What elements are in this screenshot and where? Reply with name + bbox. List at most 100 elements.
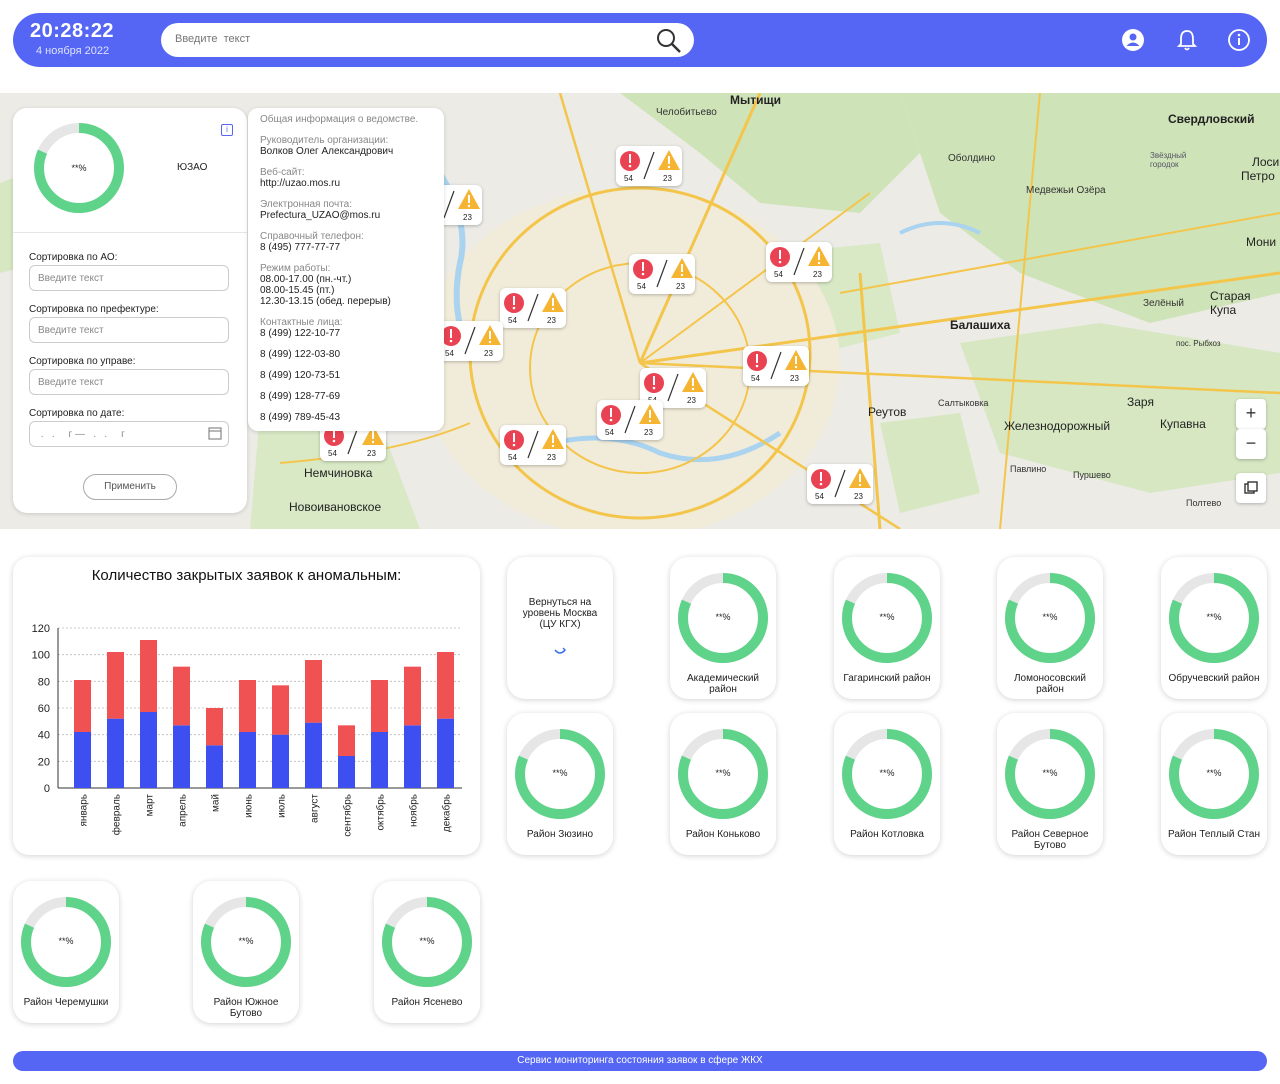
district-percent: **% [715, 612, 731, 622]
calendar-icon[interactable] [208, 426, 222, 440]
layers-button[interactable] [1236, 473, 1266, 503]
map-marker[interactable]: 54 23 [597, 400, 663, 440]
warning-count: 23 [676, 282, 685, 291]
district-tile[interactable]: **% Район Теплый Стан [1161, 713, 1267, 855]
email-link[interactable]: Prefectura_UZAO@mos.ru [260, 210, 432, 221]
x-tick-label: август [310, 794, 321, 823]
warning-count: 23 [687, 396, 696, 405]
map-label: Челобитьево [656, 107, 717, 118]
ao-input[interactable]: Введите текст [29, 265, 229, 291]
warning-count: 23 [813, 270, 822, 279]
search-input[interactable] [175, 33, 635, 45]
map-label: Мытищи [730, 93, 781, 107]
district-tile[interactable]: **% Район Котловка [834, 713, 940, 855]
site-link[interactable]: http://uzao.mos.ru [260, 178, 432, 189]
map-label: Полтево [1186, 498, 1222, 508]
y-tick-label: 20 [38, 756, 50, 768]
date-range-input[interactable]: . . г — . . г [29, 421, 229, 447]
district-tile[interactable]: **% Академический район [670, 557, 776, 699]
district-name: Район Коньково [685, 829, 761, 840]
district-tile[interactable]: **% Район Южное Бутово [193, 881, 299, 1023]
map-label: Оболдино [948, 153, 996, 164]
zoom-out-button[interactable]: − [1236, 429, 1266, 459]
bar-segment [272, 734, 289, 788]
divider [13, 232, 247, 233]
district-tile[interactable]: **% Район Северное Бутово [997, 713, 1103, 855]
district-name: Район Южное Бутово [213, 997, 279, 1019]
y-tick-label: 40 [38, 730, 50, 742]
map-label: Заря [1127, 395, 1154, 409]
warning-count: 23 [547, 316, 556, 325]
map-marker[interactable]: 54 23 [500, 288, 566, 328]
gauge-percent: **% [71, 163, 87, 173]
x-tick-label: январь [79, 794, 90, 826]
x-tick-label: сентябрь [342, 794, 354, 837]
map-marker[interactable]: 54 23 [766, 242, 832, 282]
map-marker[interactable]: 54 23 [616, 146, 682, 186]
search-bar[interactable] [161, 23, 694, 57]
y-tick-label: 120 [32, 623, 50, 635]
bar-segment [338, 756, 355, 788]
district-name: Район Теплый Стан [1167, 829, 1261, 840]
district-name: Район Котловка [850, 829, 924, 840]
x-tick-label: май [211, 794, 222, 812]
map-marker[interactable]: 54 23 [437, 321, 503, 361]
district-tile[interactable]: **% Район Коньково [670, 713, 776, 855]
warning-count: 23 [644, 428, 653, 437]
back-button[interactable]: Вернуться на уровень Москва (ЦУ КГХ) [507, 557, 613, 699]
user-icon[interactable] [1121, 28, 1145, 52]
phone-label: Справочный телефон: [260, 231, 364, 242]
district-percent: **% [58, 936, 74, 946]
district-percent: **% [1206, 768, 1222, 778]
map-marker[interactable]: 54 23 [500, 425, 566, 465]
bar-segment [437, 652, 454, 719]
map-marker[interactable]: 54 23 [743, 346, 809, 386]
uprava-input[interactable]: Введите текст [29, 369, 229, 395]
email-label: Электронная почта: [260, 199, 353, 210]
info-small-icon[interactable]: i [221, 124, 233, 136]
district-tile[interactable]: **% Ломоносовский район [997, 557, 1103, 699]
contact-phone: 8 (499) 120-73-51 [260, 370, 341, 381]
warning-count: 23 [547, 453, 556, 462]
prefecture-input[interactable]: Введите текст [29, 317, 229, 343]
bar-segment [173, 666, 190, 726]
phone-value: 8 (495) 777-77-77 [260, 242, 341, 253]
bell-icon[interactable] [1175, 28, 1199, 52]
ao-label: Сортировка по АО: [29, 252, 118, 263]
district-name: Район Зюзино [526, 829, 594, 840]
bar-segment [74, 732, 91, 788]
map-marker[interactable]: 54 23 [629, 254, 695, 294]
map-label: Лоси [1252, 155, 1280, 169]
map-marker[interactable]: 54 23 [807, 464, 873, 504]
district-tile[interactable]: **% Район Зюзино [507, 713, 613, 855]
zoom-in-button[interactable]: + [1236, 399, 1266, 429]
map-label: Пуршево [1073, 470, 1111, 480]
district-percent: **% [879, 612, 895, 622]
bar-segment [140, 640, 157, 712]
info-title: Общая информация о ведомстве. [260, 114, 419, 125]
district-name: Район Северное Бутово [1011, 829, 1089, 851]
district-percent: **% [715, 768, 731, 778]
search-icon[interactable] [656, 28, 682, 54]
district-tile[interactable]: **% Обручевский район [1161, 557, 1267, 699]
district-tile[interactable]: **% Гагаринский район [834, 557, 940, 699]
bar-segment [239, 732, 256, 788]
district-tile[interactable]: **% Район Ясенево [374, 881, 480, 1023]
district-tile[interactable]: **% Район Черемушки [13, 881, 119, 1023]
apply-button[interactable]: Применить [83, 474, 177, 500]
alert-count: 54 [445, 349, 454, 358]
bar-segment [272, 685, 289, 735]
x-tick-label: март [145, 794, 156, 817]
hours-line: 08.00-15.45 (пт.) [260, 285, 335, 296]
uprava-label: Сортировка по управе: [29, 356, 136, 367]
y-tick-label: 0 [44, 783, 50, 795]
x-tick-label: декабрь [441, 794, 453, 832]
warning-count: 23 [463, 213, 472, 222]
y-tick-label: 60 [38, 703, 50, 715]
district-name: Район Ясенево [391, 997, 463, 1008]
alert-count: 54 [328, 449, 337, 458]
map-label: Новоивановское [289, 500, 382, 514]
bar-segment [338, 725, 355, 756]
info-icon[interactable] [1227, 28, 1251, 52]
alert-count: 54 [751, 374, 760, 383]
